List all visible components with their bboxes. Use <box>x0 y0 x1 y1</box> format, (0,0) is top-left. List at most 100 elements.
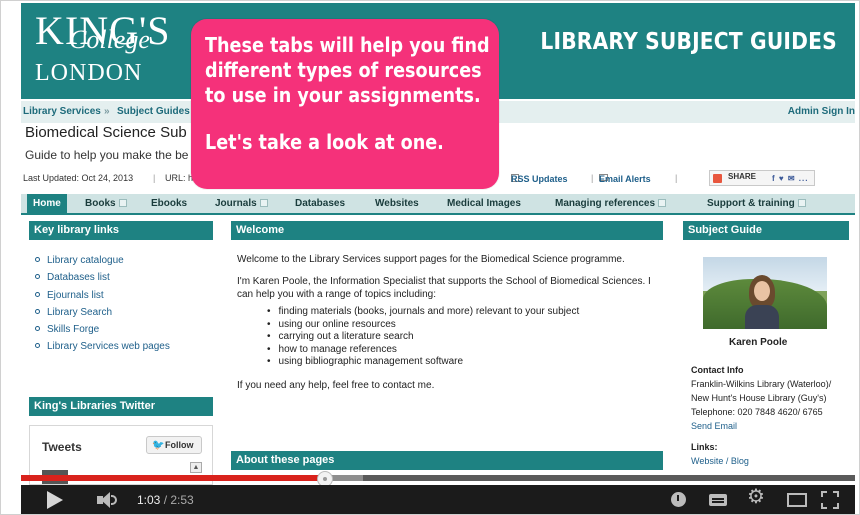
list-item: using our online resources <box>267 319 661 332</box>
rss-updates-label: RSS Updates <box>511 174 568 184</box>
guide-title: Biomedical Science Sub <box>25 124 187 141</box>
key-link-library-catalogue[interactable]: Library catalogue <box>35 255 170 272</box>
list-item: finding materials (books, journals and m… <box>267 306 661 319</box>
fullscreen-corner <box>821 503 827 509</box>
link-label: Databases list <box>47 272 110 284</box>
dropdown-icon[interactable] <box>797 199 806 207</box>
meta-divider: | <box>675 173 678 183</box>
tab-label: Books <box>85 198 116 209</box>
tab-home[interactable]: Home <box>27 194 67 213</box>
callout-line: different types of resources <box>205 58 482 82</box>
bullet-icon <box>35 291 40 297</box>
list-item: how to manage references <box>267 344 661 357</box>
theater-mode-icon[interactable] <box>787 493 807 507</box>
guide-description: Guide to help you make the be <box>25 148 189 162</box>
duration: / 2:53 <box>163 493 194 507</box>
bullet-icon <box>35 308 40 314</box>
contact-info: Contact Info Franklin-Wilkins Library (W… <box>691 363 851 468</box>
dropdown-icon[interactable] <box>658 199 667 207</box>
tab-ebooks[interactable]: Ebooks <box>145 194 193 213</box>
link-label: Library catalogue <box>47 255 124 266</box>
watch-later-icon[interactable] <box>671 492 686 507</box>
librarian-name: Karen Poole <box>729 337 788 348</box>
contact-info-heading: Contact Info <box>691 365 744 375</box>
tab-medical-images[interactable]: Medical Images <box>441 194 527 213</box>
key-link-ejournals-list[interactable]: Ejournals list <box>35 290 170 307</box>
link-label: Library Services web pages <box>47 341 170 353</box>
dropdown-icon[interactable] <box>259 199 268 207</box>
key-link-library-search[interactable]: Library Search <box>35 307 170 324</box>
callout-line: Let's take a look at one. <box>205 130 444 154</box>
twitter-follow-button[interactable]: 🐦 Follow <box>146 436 202 454</box>
callout-gap <box>205 108 489 130</box>
volume-icon[interactable] <box>97 490 125 510</box>
tab-support-training[interactable]: Support & training <box>701 194 812 213</box>
topics-list: finding materials (books, journals and m… <box>267 306 661 369</box>
tab-label: Managing references <box>555 198 656 209</box>
admin-sign-in-link[interactable]: Admin Sign In <box>788 106 855 117</box>
speaker-cone <box>101 492 110 508</box>
tab-books[interactable]: Books <box>79 194 133 213</box>
share-icon <box>713 174 722 183</box>
breadcrumb-separator: » <box>104 106 110 117</box>
fullscreen-corner <box>833 491 839 497</box>
fullscreen-icon[interactable] <box>821 491 839 509</box>
breadcrumb-library-services[interactable]: Library Services <box>23 106 101 117</box>
key-link-library-services-web-pages[interactable]: Library Services web pages <box>35 341 170 358</box>
time-display: 1:03 / 2:53 <box>137 493 194 507</box>
breadcrumb-subject-guides[interactable]: Subject Guides <box>117 106 190 117</box>
tab-label: Support & training <box>707 198 795 209</box>
progress-played <box>21 475 325 481</box>
link-label: Library Search <box>47 306 113 318</box>
video-progress-bar[interactable] <box>21 471 855 487</box>
kings-college-logo[interactable]: KING'S College LONDON <box>35 11 170 86</box>
annotation-callout: These tabs will help you find different … <box>191 19 499 189</box>
photo-face <box>754 281 770 301</box>
video-controls: 1:03 / 2:53 ⚙ <box>21 485 855 514</box>
send-email-link[interactable]: Send Email <box>691 419 851 433</box>
email-alerts-label: Email Alerts <box>599 174 651 184</box>
bullet-icon <box>35 326 40 332</box>
share-button[interactable]: SHARE f ♥ ✉ ... <box>709 170 815 186</box>
list-item: using bibliographic management software <box>267 356 661 369</box>
bullet-icon <box>35 343 40 349</box>
logo-line-3: LONDON <box>35 60 143 86</box>
intro-paragraph: I'm Karen Poole, the Information Special… <box>237 276 651 300</box>
banner-title: LIBRARY SUBJECT GUIDES <box>540 29 837 55</box>
key-link-skills-forge[interactable]: Skills Forge <box>35 324 170 341</box>
tab-websites[interactable]: Websites <box>369 194 425 213</box>
welcome-heading: Welcome <box>231 221 663 240</box>
photo-person <box>743 271 781 329</box>
twitter-heading: King's Libraries Twitter <box>29 397 213 416</box>
key-links-heading: Key library links <box>29 221 213 240</box>
welcome-content: Welcome to the Library Services support … <box>237 253 661 401</box>
current-time: 1:03 <box>137 493 161 507</box>
meta-divider: | <box>591 173 594 183</box>
guide-tabs: Home Books Ebooks Journals Databases Web… <box>21 194 855 215</box>
tab-databases[interactable]: Databases <box>289 194 351 213</box>
tab-journals[interactable]: Journals <box>209 194 274 213</box>
link-label: Skills Forge <box>47 324 100 336</box>
tab-label: Journals <box>215 198 257 209</box>
tab-managing-references[interactable]: Managing references <box>549 194 672 213</box>
photo-body <box>745 305 779 329</box>
tab-label: Ebooks <box>151 198 188 209</box>
librarian-photo <box>703 257 827 329</box>
sound-wave <box>111 495 117 505</box>
dropdown-icon[interactable] <box>118 199 127 207</box>
key-link-databases-list[interactable]: Databases list <box>35 272 170 289</box>
play-icon[interactable] <box>47 491 63 509</box>
website-blog-link[interactable]: Website / Blog <box>691 454 851 468</box>
gear-icon[interactable]: ⚙ <box>747 487 765 507</box>
contact-paragraph: If you need any help, feel free to conta… <box>237 379 435 391</box>
logo-line-2: College <box>69 25 150 54</box>
meta-divider: | <box>153 173 156 183</box>
last-updated-text: Last Updated: Oct 24, 2013 <box>23 173 134 183</box>
about-heading: About these pages <box>231 451 663 470</box>
bullet-icon <box>35 257 40 262</box>
callout-line: These tabs will help you find <box>205 33 490 57</box>
tab-label: Home <box>33 198 61 209</box>
captions-icon[interactable] <box>709 494 727 506</box>
fullscreen-corner <box>833 503 839 509</box>
tweets-title: Tweets <box>42 440 82 454</box>
